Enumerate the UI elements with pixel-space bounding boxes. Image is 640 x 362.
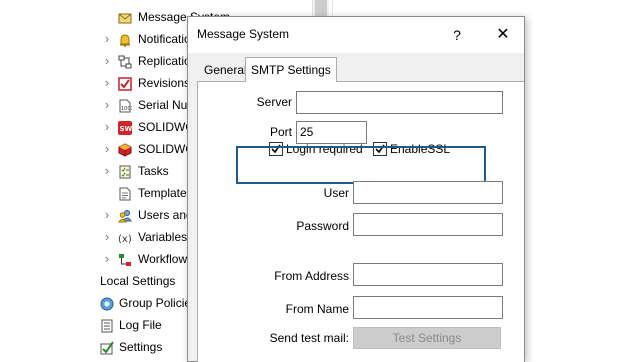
workflow-icon: [118, 252, 132, 266]
user-label: User: [323, 186, 349, 200]
tree-item-label: Users and: [138, 208, 193, 222]
from-address-label: From Address: [274, 269, 349, 283]
variable-icon: (x): [118, 230, 132, 245]
tree-item-label: Group Policie: [119, 296, 192, 310]
tree-item-label: Revisions: [138, 76, 191, 90]
help-button[interactable]: ?: [446, 25, 468, 45]
chevron-right-icon[interactable]: ›: [100, 160, 114, 182]
chevron-right-icon[interactable]: ›: [100, 28, 114, 50]
replication-icon: [118, 54, 132, 69]
solidworks-icon: SW: [118, 120, 133, 135]
users-icon: [118, 208, 132, 223]
chevron-right-icon[interactable]: ›: [100, 226, 114, 248]
chevron-right-icon[interactable]: ›: [100, 138, 114, 160]
solidworks-cube-icon: [118, 142, 132, 157]
tree-item-label: Serial Nur: [138, 98, 192, 112]
bell-icon: [118, 32, 132, 47]
svg-text:SW: SW: [120, 125, 133, 133]
user-input[interactable]: [353, 181, 503, 204]
tasks-icon: [118, 164, 132, 179]
chevron-right-icon[interactable]: ›: [100, 94, 114, 116]
envelope-icon: [118, 10, 132, 24]
tab-general[interactable]: General: [199, 59, 252, 82]
tree-item-label: Template: [138, 186, 187, 200]
from-address-input[interactable]: [353, 263, 503, 286]
tree-item-label: Variables: [138, 230, 188, 244]
password-label: Password: [296, 219, 349, 233]
svg-text:(x): (x): [118, 234, 132, 245]
password-input[interactable]: [353, 213, 503, 236]
close-button[interactable]: ✕: [490, 25, 516, 45]
from-name-input[interactable]: [353, 296, 503, 319]
chevron-right-icon[interactable]: ›: [100, 50, 114, 72]
port-label: Port: [269, 125, 292, 139]
svg-text:1001: 1001: [121, 106, 132, 112]
tab-smtp-settings[interactable]: SMTP Settings: [245, 57, 337, 82]
tree-item-label: Notificatio: [138, 32, 191, 46]
test-settings-button[interactable]: Test Settings: [353, 327, 501, 349]
dialog-titlebar[interactable]: Message System ? ✕: [188, 17, 524, 53]
serial-number-icon: 1001: [118, 98, 134, 113]
group-policy-icon: [100, 296, 114, 311]
tree-item-label: Workflow: [138, 252, 188, 266]
tree-item-label: Settings: [119, 340, 163, 354]
dialog-title: Message System: [197, 27, 290, 41]
server-label: Server: [256, 95, 292, 109]
chevron-right-icon[interactable]: ›: [100, 248, 114, 270]
send-test-mail-label: Send test mail:: [269, 331, 349, 345]
template-icon: [118, 186, 132, 201]
tree-item-label: Replicatio: [138, 54, 191, 68]
chevron-right-icon[interactable]: ›: [100, 204, 114, 226]
tree-item-label: Tasks: [138, 164, 169, 178]
tree-item-label: Log File: [119, 318, 162, 332]
log-file-icon: [100, 318, 114, 333]
tree-section-local-settings[interactable]: Local Settings: [100, 270, 175, 292]
chevron-right-icon[interactable]: ›: [100, 72, 114, 94]
highlight-box: [236, 146, 486, 184]
server-input[interactable]: [296, 91, 503, 114]
settings-check-icon: [100, 340, 114, 355]
from-name-label: From Name: [285, 302, 349, 316]
chevron-right-icon[interactable]: ›: [100, 116, 114, 138]
checkbox-red-icon: [118, 76, 132, 91]
